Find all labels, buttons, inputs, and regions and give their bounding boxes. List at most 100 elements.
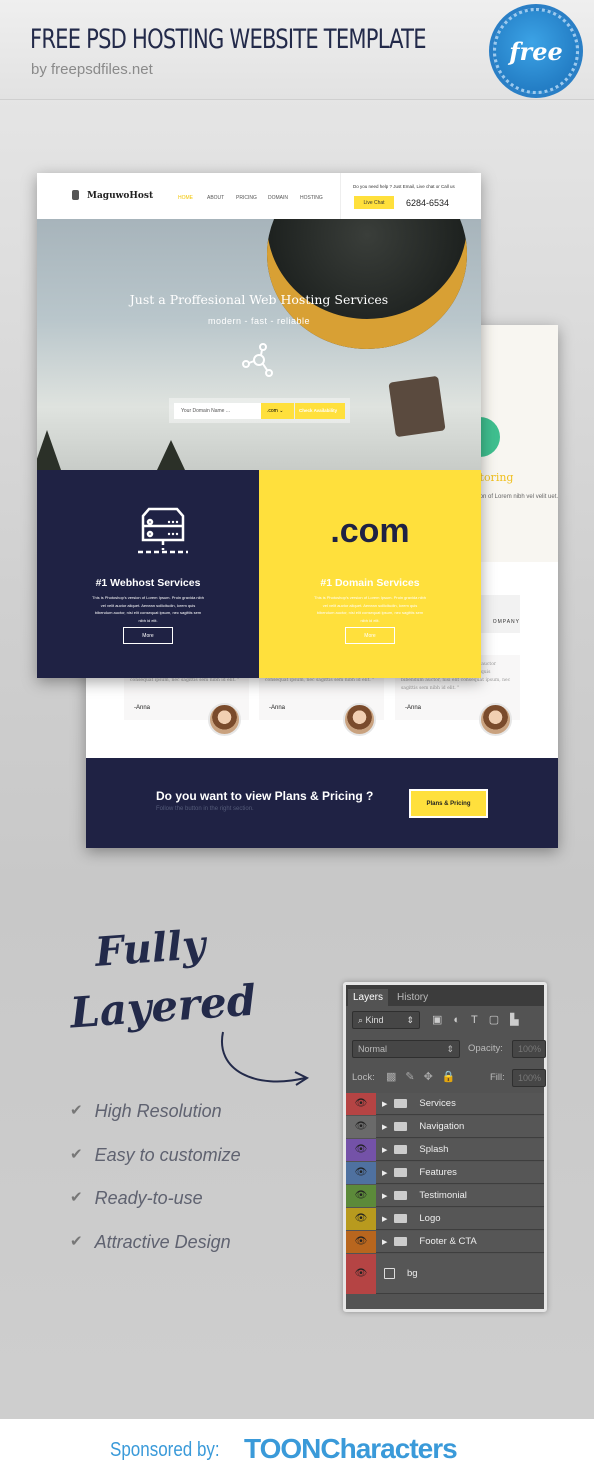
layer-name: Navigation <box>419 1121 465 1132</box>
avatar <box>208 703 241 736</box>
fill-input[interactable]: 100% <box>512 1069 546 1087</box>
server-icon <box>138 507 188 554</box>
check-icon: ✔ <box>70 1189 83 1206</box>
tree <box>157 440 185 470</box>
opacity-input[interactable]: 100% <box>512 1040 546 1058</box>
eye-icon[interactable]: 👁 <box>346 1207 376 1230</box>
cta-subtitle: Follow the button in the right section. <box>156 806 254 812</box>
sponsor-logo[interactable]: TOONCharacters <box>244 1433 458 1465</box>
expand-arrow-icon[interactable]: ▶ <box>382 1192 387 1200</box>
fill-label: Fill: <box>490 1072 505 1083</box>
nav-about[interactable]: ABOUT <box>207 195 224 201</box>
folder-icon <box>394 1099 408 1108</box>
more-button[interactable]: More <box>123 627 173 644</box>
tab-history[interactable]: History <box>392 989 433 1006</box>
expand-arrow-icon[interactable]: ▶ <box>382 1215 387 1223</box>
nav-pricing[interactable]: PRICING <box>236 195 257 201</box>
balloon-image <box>267 219 467 349</box>
feature-label: Attractive Design <box>94 1232 231 1252</box>
company-logo: OMPANY <box>478 595 520 633</box>
more-button[interactable]: More <box>345 627 395 644</box>
lock-label: Lock: <box>352 1072 375 1083</box>
hero-subtitle: modern - fast - reliable <box>207 316 311 326</box>
check-icon: ✔ <box>70 1146 83 1163</box>
hero-title: Just a Proffesional Web Hosting Services <box>129 292 389 307</box>
eye-icon[interactable]: 👁 <box>346 1092 376 1115</box>
eye-icon[interactable]: 👁 <box>346 1230 376 1253</box>
tld-select[interactable]: .com ⌄ <box>261 403 294 419</box>
cta-section: Do you want to view Plans & Pricing ? Fo… <box>86 758 558 848</box>
blend-mode-select[interactable]: Normal ⇕ <box>352 1040 460 1058</box>
domain-services: .com #1 Domain Services This is Photosho… <box>259 470 481 678</box>
eye-icon[interactable]: 👁 <box>346 1138 376 1161</box>
check-icon: ✔ <box>70 1102 83 1119</box>
folder-icon <box>394 1191 408 1200</box>
service-title: #1 Webhost Services <box>95 577 201 589</box>
eye-icon[interactable]: 👁 <box>346 1161 376 1184</box>
free-badge: free <box>493 8 579 94</box>
layer-row[interactable]: 👁 ▶ Logo <box>346 1207 544 1230</box>
lock-icons[interactable]: ▩✎✥🔒 <box>386 1070 465 1083</box>
byline: by freepsdfiles.net <box>31 61 153 78</box>
layer-row[interactable]: 👁 ▶ Navigation <box>346 1115 544 1138</box>
nav-home[interactable]: HOME <box>178 195 193 201</box>
live-chat-button[interactable]: Live Chat <box>354 196 394 209</box>
expand-arrow-icon[interactable]: ▶ <box>382 1146 387 1154</box>
feature-text: ersion of Lorem nibh vel velit uet. <box>470 494 559 500</box>
eye-icon[interactable]: 👁 <box>346 1115 376 1138</box>
domain-search: Your Domain Name ... .com ⌄ Check Availa… <box>169 398 350 423</box>
folder-icon <box>394 1168 408 1177</box>
layer-row[interactable]: 👁 bg <box>346 1253 544 1294</box>
layer-row[interactable]: 👁 ▶ Footer & CTA <box>346 1230 544 1253</box>
layer-name: Splash <box>419 1144 449 1155</box>
expand-arrow-icon[interactable]: ▶ <box>382 1100 387 1108</box>
layer-name: bg <box>407 1268 418 1279</box>
webhost-services: #1 Webhost Services This is Photoshop's … <box>37 470 259 678</box>
expand-arrow-icon[interactable]: ▶ <box>382 1238 387 1246</box>
feature-label: Easy to customize <box>94 1145 241 1165</box>
tree <box>37 430 61 470</box>
folder-icon <box>394 1214 408 1223</box>
promo-line2: Layered <box>68 975 258 1038</box>
layer-name: Logo <box>419 1213 441 1224</box>
blend-label: Normal <box>358 1044 388 1054</box>
tab-layers[interactable]: Layers <box>348 989 389 1006</box>
expand-arrow-icon[interactable]: ▶ <box>382 1123 387 1131</box>
folder-icon <box>394 1145 408 1154</box>
feature-label: Ready-to-use <box>94 1188 203 1208</box>
expand-arrow-icon[interactable]: ▶ <box>382 1169 387 1177</box>
layers-panel: Layers History ⌕ Kind ⇕ ▣◐T▢▙ Normal ⇕ Op… <box>343 982 547 1312</box>
layer-row[interactable]: 👁 ▶ Features <box>346 1161 544 1184</box>
opacity-label: Opacity: <box>468 1043 503 1054</box>
cta-title: Do you want to view Plans & Pricing ? <box>156 789 374 803</box>
check-icon: ✔ <box>70 1233 83 1250</box>
feature-item: ✔ Easy to customize <box>70 1145 241 1166</box>
testimonial-name: -Anna <box>269 705 286 711</box>
layer-name: Footer & CTA <box>419 1236 477 1247</box>
eye-icon[interactable]: 👁 <box>346 1184 376 1207</box>
basket-image <box>388 375 446 438</box>
nav-hosting[interactable]: HOSTING <box>300 195 323 201</box>
check-availability-button[interactable]: Check Availability <box>295 403 345 419</box>
layer-row[interactable]: 👁 ▶ Services <box>346 1092 544 1115</box>
domain-input[interactable]: Your Domain Name ... <box>174 403 261 419</box>
feature-item: ✔ High Resolution <box>70 1101 222 1122</box>
folder-icon <box>394 1122 408 1131</box>
feature-label: High Resolution <box>94 1101 222 1121</box>
testimonial-name: -Anna <box>405 705 422 711</box>
share-network-icon <box>242 343 273 377</box>
layer-thumbnail <box>384 1268 395 1279</box>
plans-pricing-button[interactable]: Plans & Pricing <box>409 789 488 818</box>
eye-icon[interactable]: 👁 <box>346 1253 376 1294</box>
feature-title: itoring <box>476 471 514 484</box>
hero: Just a Proffesional Web Hosting Services… <box>37 219 481 470</box>
nav-domain[interactable]: DOMAIN <box>268 195 288 201</box>
layer-row[interactable]: 👁 ▶ Splash <box>346 1138 544 1161</box>
layer-name: Features <box>419 1167 457 1178</box>
filter-icons[interactable]: ▣◐T▢▙ <box>432 1013 530 1026</box>
layer-row[interactable]: 👁 ▶ Testimonial <box>346 1184 544 1207</box>
promo-line1: Fully <box>93 921 207 976</box>
kind-label: Kind <box>365 1015 384 1025</box>
kind-filter[interactable]: ⌕ Kind ⇕ <box>352 1011 420 1029</box>
arrow-icon <box>220 1031 310 1086</box>
